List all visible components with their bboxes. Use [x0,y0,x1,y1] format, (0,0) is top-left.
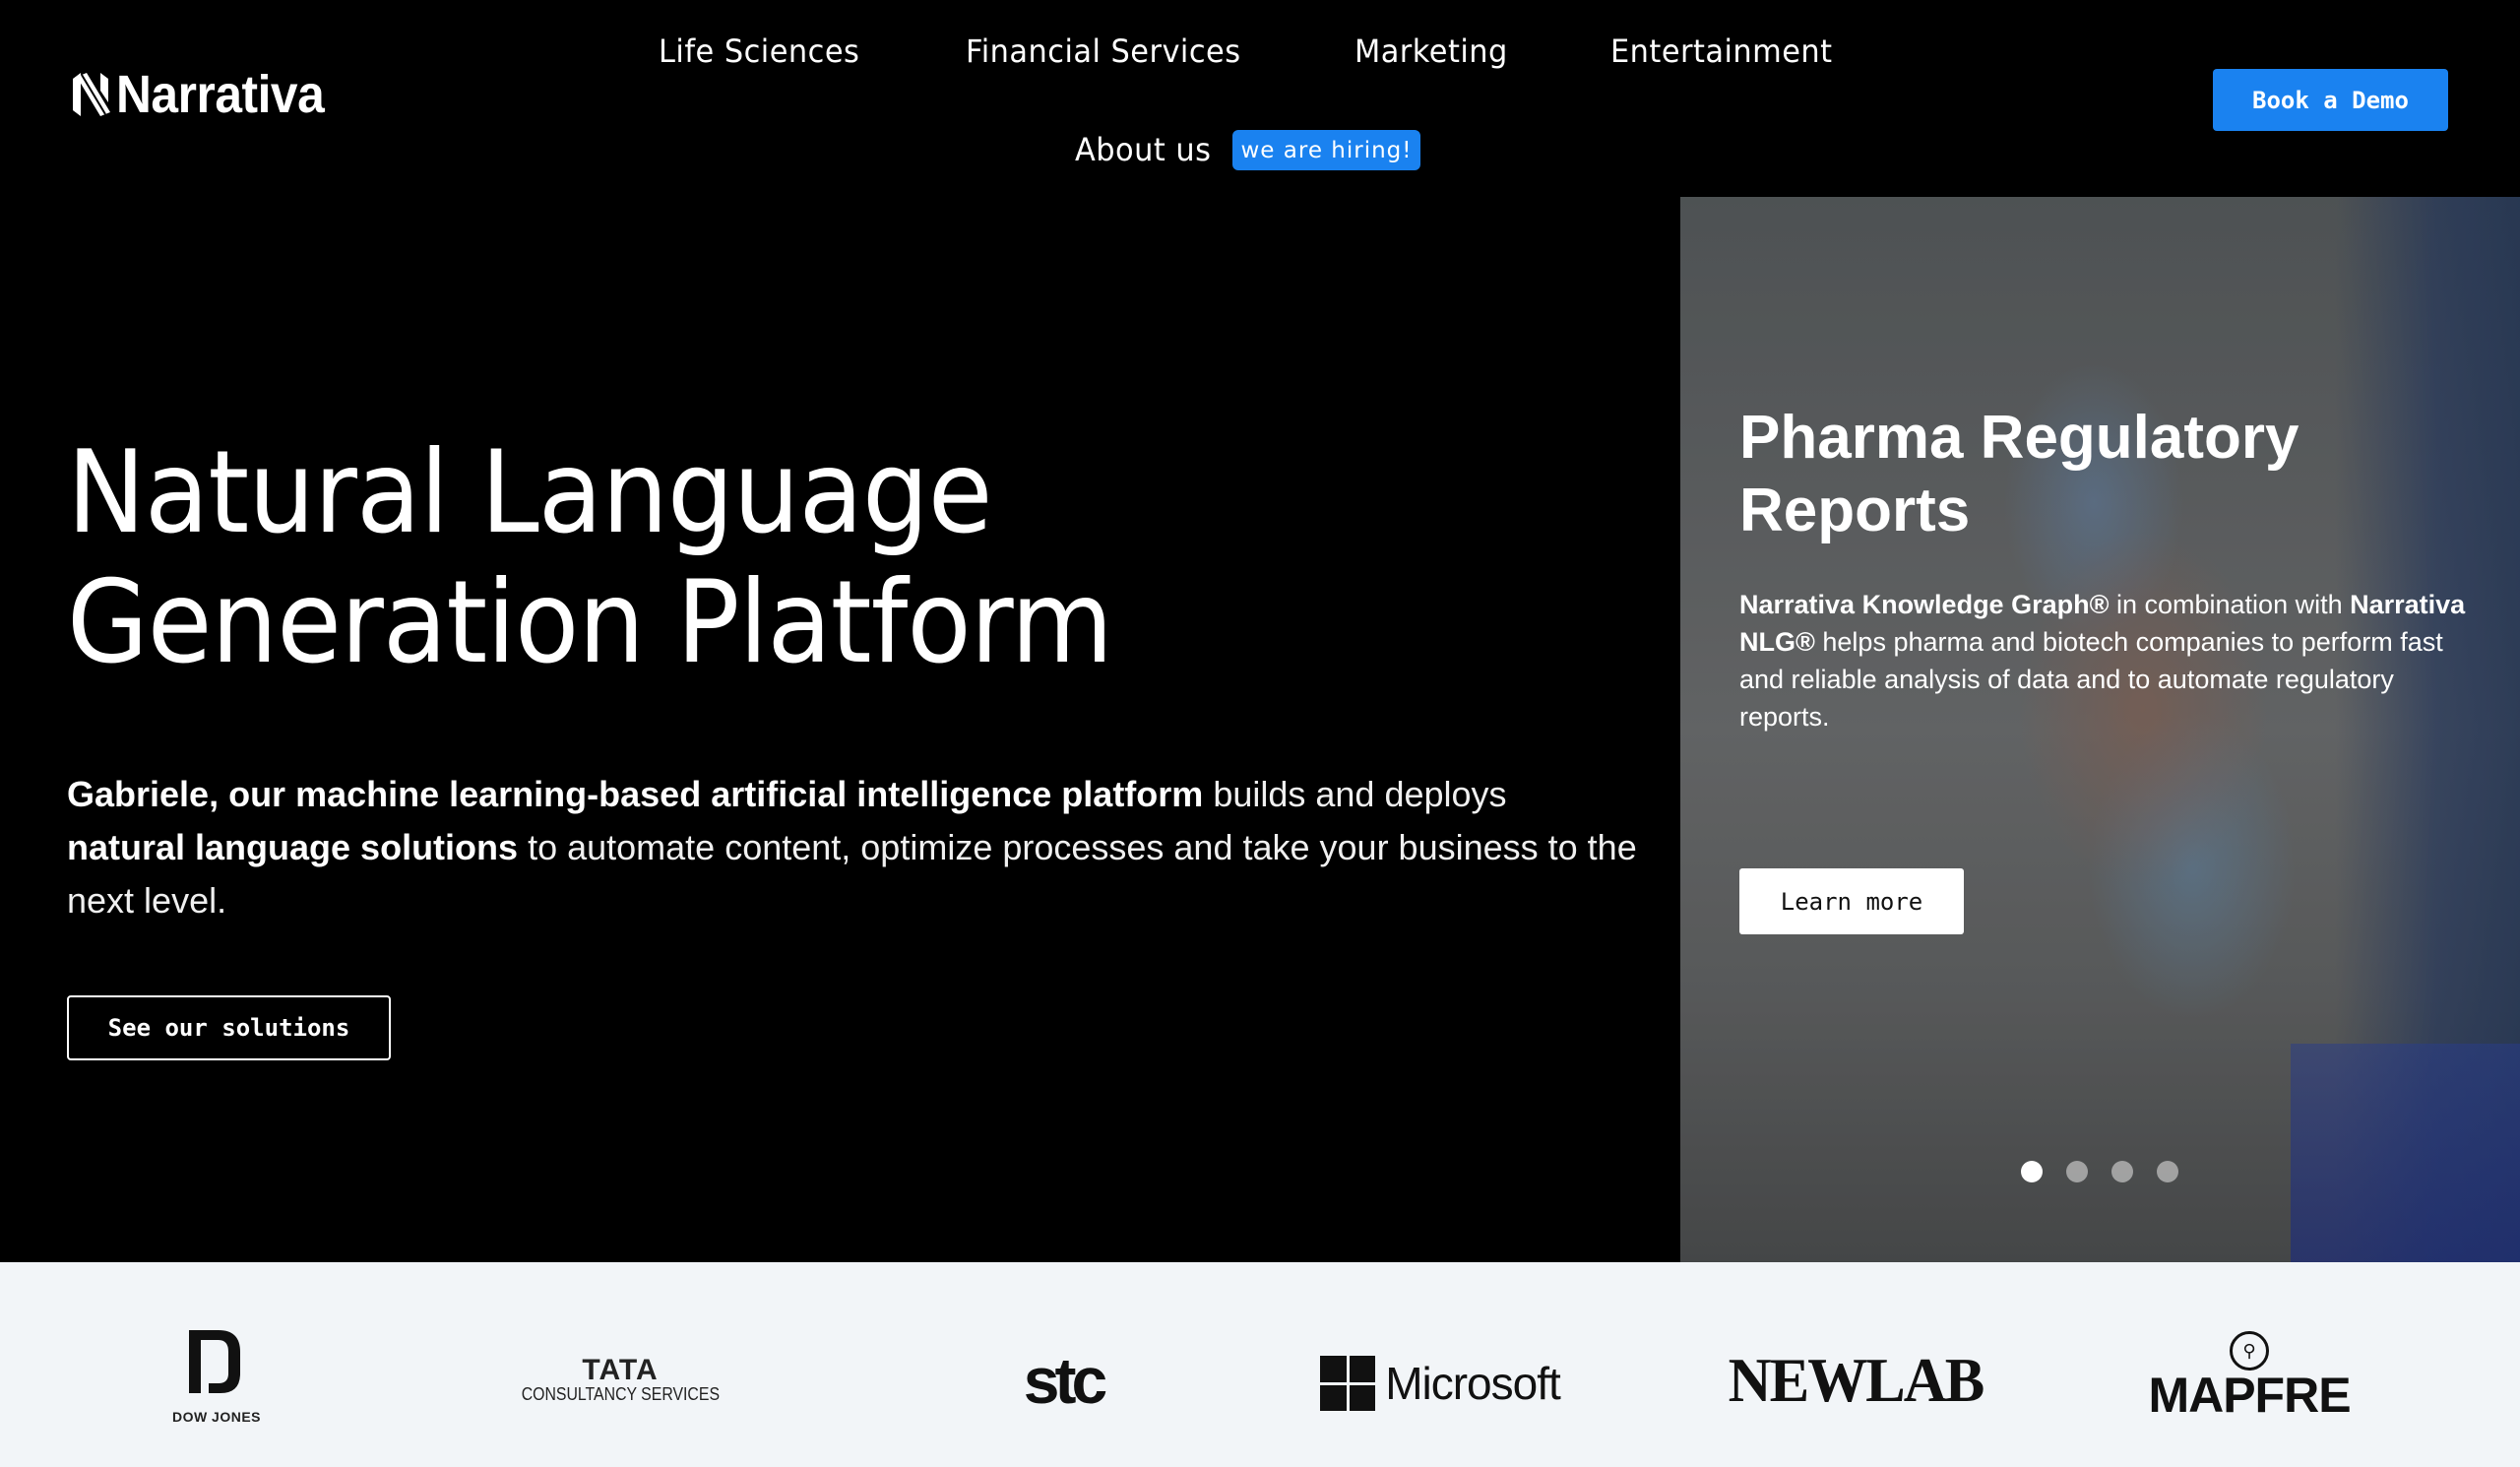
hero-desc-bold2: natural language solutions [67,827,519,867]
slide-title: Pharma Regulatory Reports [1739,404,2300,544]
mapfre-logo: ⚲ MAPFRE [2121,1323,2377,1432]
tata-main-label: TATA [582,1354,659,1386]
hero-title: Natural Language Generation Platform [67,428,1516,688]
mapfre-emblem-icon: ⚲ [2230,1331,2269,1371]
slide-desc-bold1: Narrativa Knowledge Graph® [1739,590,2110,619]
nav-about-us[interactable]: About us [1075,131,1211,168]
slide-description: Narrativa Knowledge Graph® in combinatio… [1739,586,2488,735]
hiring-badge[interactable]: we are hiring! [1232,130,1420,170]
slide-background-detail [2291,1044,2520,1262]
dow-jones-logo: DOW JONES [167,1323,266,1432]
carousel-dot-3[interactable] [2111,1161,2133,1182]
dow-jones-label: DOW JONES [171,1409,262,1425]
nav-life-sciences[interactable]: Life Sciences [659,32,859,70]
stc-logo: stc [1023,1344,1107,1417]
newlab-logo: NEWLAB [1728,1345,1985,1415]
tata-sub-label: CONSULTANCY SERVICES [521,1384,720,1404]
microsoft-windows-icon [1320,1356,1376,1411]
narrativa-logo-icon [73,73,110,116]
microsoft-logo: Microsoft [1307,1349,1573,1418]
hero-title-line2: Generation Platform [67,556,1113,689]
client-logos-strip: DOW JONES TATA CONSULTANCY SERVICES stc … [0,1262,2520,1467]
hero-title-line1: Natural Language [67,426,992,559]
microsoft-label: Microsoft [1385,1358,1561,1409]
see-solutions-button[interactable]: See our solutions [67,995,391,1060]
carousel-pagination [2021,1161,2178,1182]
book-demo-button[interactable]: Book a Demo [2213,69,2448,131]
slide-desc-text1: in combination with [2109,590,2351,619]
nav-financial-services[interactable]: Financial Services [966,32,1241,70]
carousel-dot-4[interactable] [2157,1161,2178,1182]
learn-more-button[interactable]: Learn more [1739,868,1964,934]
hero-description: Gabriele, our machine learning-based art… [67,768,1642,927]
hero-desc-text1: builds and deploys [1203,774,1507,814]
brand-logo[interactable]: Narrativa [73,67,343,122]
nav-marketing[interactable]: Marketing [1354,32,1508,70]
carousel-dot-2[interactable] [2066,1161,2088,1182]
brand-name: Narrativa [116,65,325,124]
site-header: Narrativa Life Sciences Financial Servic… [0,0,2520,197]
carousel-slide: Pharma Regulatory Reports Narrativa Know… [1680,197,2520,1262]
carousel-dot-1[interactable] [2021,1161,2043,1182]
slide-desc-text2: helps pharma and biotech companies to pe… [1739,627,2443,732]
dow-jones-icon [189,1330,240,1393]
mapfre-label: MAPFRE [2148,1368,2351,1423]
nav-entertainment[interactable]: Entertainment [1610,32,1833,70]
hero-desc-bold1: Gabriele, our machine learning-based art… [67,774,1204,814]
tata-logo: TATA CONSULTANCY SERVICES [502,1351,738,1410]
